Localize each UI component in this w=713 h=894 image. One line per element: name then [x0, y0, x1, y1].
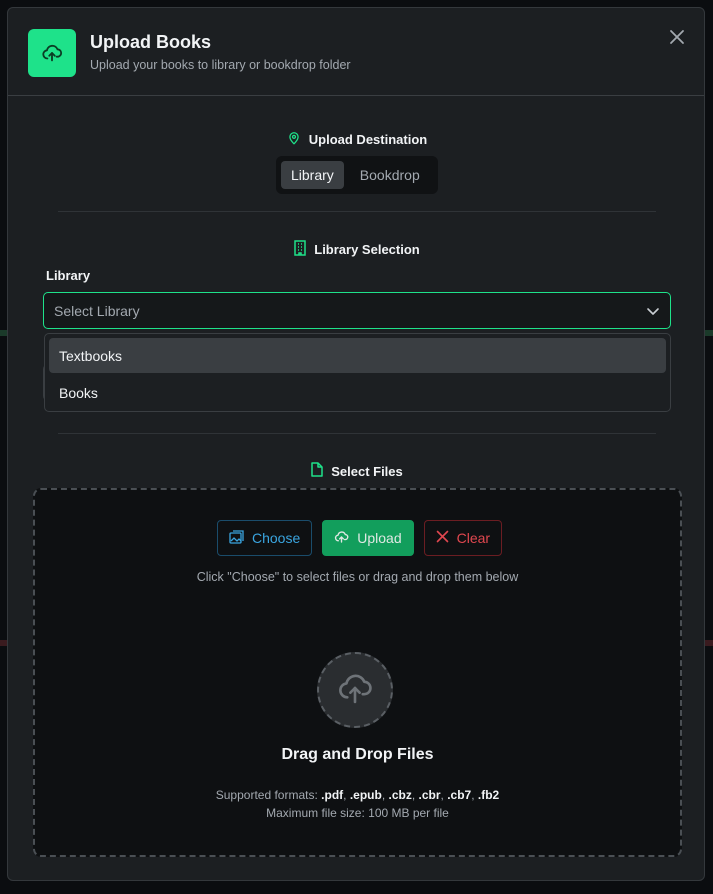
file-actions: Choose Upload Clear [217, 520, 503, 556]
library-option-textbooks[interactable]: Textbooks [49, 338, 666, 373]
section-divider [58, 433, 656, 434]
close-icon[interactable] [668, 28, 686, 46]
destination-option-bookdrop[interactable]: Bookdrop [350, 161, 430, 189]
dialog-title: Upload Books [90, 32, 212, 52]
library-option-books[interactable]: Books [49, 375, 666, 410]
library-select[interactable]: Select Library [43, 292, 671, 329]
dialog-subtitle: Upload your books to library or bookdrop… [90, 58, 351, 72]
upload-button[interactable]: Upload [322, 520, 414, 556]
images-icon [229, 529, 244, 547]
max-file-size: Maximum file size: 100 MB per file [266, 806, 449, 820]
section-title-text: Library Selection [314, 242, 420, 257]
choose-button[interactable]: Choose [217, 520, 313, 556]
drag-drop-title: Drag and Drop Files [281, 746, 434, 763]
format-fb2: .fb2 [477, 788, 500, 802]
format-cb7: .cb7 [447, 788, 472, 802]
cloud-upload-icon [336, 671, 374, 710]
destination-option-library[interactable]: Library [281, 161, 344, 189]
section-title-text: Upload Destination [308, 132, 428, 147]
clear-button-label: Clear [456, 530, 491, 546]
drop-area-icon-circle [317, 652, 393, 728]
library-selection-heading: Library Selection [8, 240, 704, 259]
library-dropdown-panel: Textbooks Books [44, 333, 671, 412]
upload-destination-heading: Upload Destination [8, 130, 704, 149]
cloud-upload-icon [28, 29, 76, 77]
upload-books-dialog: Upload Books Upload your books to librar… [7, 7, 705, 881]
building-icon [294, 240, 306, 259]
file-icon [311, 462, 323, 480]
destination-toggle: Library Bookdrop [276, 156, 438, 194]
library-field-label: Library [46, 268, 91, 283]
dialog-header: Upload Books Upload your books to librar… [8, 8, 704, 96]
format-cbr: .cbr [418, 788, 441, 802]
choose-hint: Click "Choose" to select files or drag a… [196, 570, 519, 584]
supported-formats: Supported formats: .pdf, .epub, .cbz, .c… [215, 788, 500, 802]
close-icon [436, 530, 449, 546]
map-pin-icon [287, 130, 301, 149]
format-cbz: .cbz [388, 788, 412, 802]
library-select-placeholder: Select Library [54, 302, 140, 319]
formats-prefix: Supported formats: [215, 788, 318, 802]
format-epub: .epub [349, 788, 382, 802]
file-dropzone[interactable]: Choose Upload Clear Click "Choose" to se… [33, 488, 682, 857]
section-divider [58, 211, 656, 212]
cloud-upload-icon [334, 530, 349, 547]
section-title-text: Select Files [331, 463, 403, 479]
upload-button-label: Upload [357, 530, 402, 546]
choose-button-label: Choose [252, 530, 301, 546]
select-files-heading: Select Files [8, 462, 704, 480]
chevron-down-icon [646, 304, 660, 321]
format-pdf: .pdf [321, 788, 344, 802]
clear-button[interactable]: Clear [423, 520, 503, 556]
